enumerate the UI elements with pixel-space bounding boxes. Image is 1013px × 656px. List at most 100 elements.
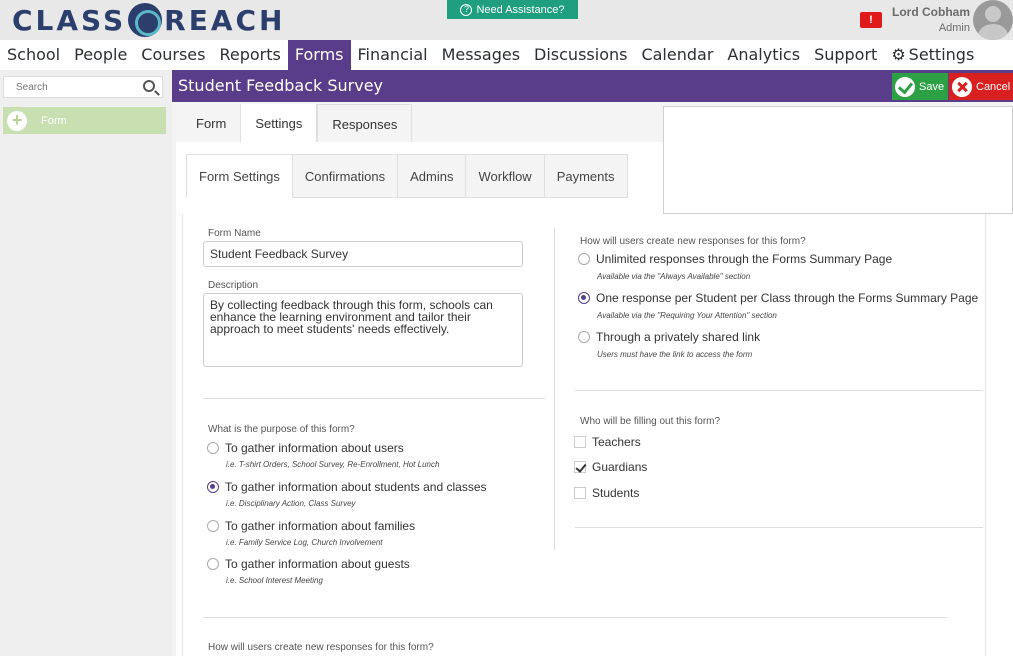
page-title: Student Feedback Survey (178, 76, 384, 95)
responses-option-label: Unlimited responses through the Forms Su… (596, 252, 893, 266)
nav-item-reports[interactable]: Reports (212, 40, 287, 70)
nav-item-forms[interactable]: Forms (287, 40, 351, 70)
purpose-option-guests[interactable]: To gather information about guests (207, 557, 410, 571)
settings-subtabs: Form Settings Confirmations Admins Workf… (186, 154, 628, 198)
nav-item-school[interactable]: School (0, 40, 67, 70)
bottom-responses-question: How will users create new responses for … (208, 642, 434, 653)
filler-option-teachers[interactable]: Teachers (574, 435, 641, 449)
tab-form-settings[interactable]: Form Settings (186, 154, 293, 198)
title-bar: Student Feedback Survey Save Cancel (172, 70, 1013, 102)
main-nav: School People Courses Reports Forms Fina… (0, 40, 1013, 70)
nav-item-financial[interactable]: Financial (351, 40, 435, 70)
nav-item-messages[interactable]: Messages (435, 40, 527, 70)
filler-option-label: Teachers (592, 435, 641, 449)
purpose-option-students[interactable]: To gather information about students and… (207, 480, 487, 494)
tab-admins[interactable]: Admins (398, 154, 467, 198)
purpose-option-hint: i.e. Family Service Log, Church Involvem… (226, 538, 383, 547)
purpose-option-hint: i.e. School Interest Meeting (226, 576, 323, 585)
save-label: Save (919, 80, 945, 93)
purpose-option-hint: i.e. T-shirt Orders, School Survey, Re-E… (226, 460, 440, 469)
radio-button-selected[interactable] (578, 292, 590, 304)
need-assistance-button[interactable]: ? Need Assistance? (447, 0, 578, 19)
alert-badge[interactable]: ! (860, 12, 882, 28)
responses-option-label: One response per Student per Class throu… (596, 291, 979, 305)
form-name-label: Form Name (208, 228, 261, 239)
question-icon: ? (460, 3, 473, 16)
save-button[interactable]: Save (892, 73, 948, 100)
sidebar-item-form-label: Form (41, 114, 67, 127)
logo-text-reach: REACH (164, 3, 286, 37)
purpose-option-label: To gather information about guests (225, 557, 410, 571)
purpose-option-label: To gather information about users (225, 441, 404, 455)
responses-option-one-per-student[interactable]: One response per Student per Class throu… (578, 291, 978, 305)
blank-popup (663, 106, 1013, 214)
tab-responses[interactable]: Responses (317, 104, 413, 144)
radio-button[interactable] (207, 558, 219, 570)
radio-button-selected[interactable] (207, 481, 219, 493)
column-divider (554, 228, 555, 550)
nav-item-discussions[interactable]: Discussions (527, 40, 634, 70)
divider (575, 527, 983, 528)
divider (575, 390, 983, 391)
need-assistance-label: Need Assistance? (476, 3, 565, 16)
tab-form[interactable]: Form (182, 104, 241, 144)
responses-option-hint: Available via the "Requiring Your Attent… (597, 311, 777, 320)
tab-payments[interactable]: Payments (544, 154, 628, 198)
nav-settings-label: Settings (908, 45, 975, 64)
form-name-field[interactable]: Student Feedback Survey (203, 241, 523, 267)
checkbox[interactable] (574, 487, 586, 499)
checkbox[interactable] (574, 436, 586, 448)
divider (203, 398, 545, 399)
radio-button[interactable] (207, 520, 219, 532)
description-label: Description (208, 280, 259, 291)
tab-settings[interactable]: Settings (240, 104, 318, 144)
user-role: Admin (938, 22, 970, 34)
tab-confirmations[interactable]: Confirmations (292, 154, 399, 198)
purpose-option-hint: i.e. Disciplinary Action, Class Survey (226, 499, 356, 508)
description-field[interactable]: By collecting feedback through this form… (203, 293, 523, 367)
radio-button[interactable] (578, 331, 590, 343)
nav-item-people[interactable]: People (67, 40, 134, 70)
filler-option-guardians[interactable]: Guardians (574, 460, 647, 474)
close-icon (952, 76, 972, 97)
globe-icon (128, 3, 163, 37)
responses-option-unlimited[interactable]: Unlimited responses through the Forms Su… (578, 252, 892, 266)
purpose-option-users[interactable]: To gather information about users (207, 441, 404, 455)
checkbox-checked[interactable] (574, 461, 586, 473)
purpose-option-families[interactable]: To gather information about families (207, 519, 415, 533)
nav-item-calendar[interactable]: Calendar (634, 40, 720, 70)
top-tabs: Form Settings Responses (182, 104, 413, 144)
nav-item-settings[interactable]: ⚙ Settings (884, 40, 981, 70)
radio-button[interactable] (578, 253, 590, 265)
responses-option-label: Through a privately shared link (596, 330, 761, 344)
fillers-question: Who will be filling out this form? (580, 416, 721, 427)
user-name[interactable]: Lord Cobham (892, 5, 970, 19)
cancel-button[interactable]: Cancel (949, 73, 1013, 100)
avatar[interactable] (973, 0, 1013, 40)
filler-option-students[interactable]: Students (574, 486, 639, 500)
logo-text-class: CLASS (12, 3, 127, 37)
search-box (3, 76, 163, 98)
top-header: CLASS REACH ? Need Assistance? ! Lord Co… (0, 0, 1013, 40)
filler-option-label: Guardians (592, 460, 648, 474)
nav-item-analytics[interactable]: Analytics (720, 40, 807, 70)
search-input[interactable] (4, 77, 134, 98)
filler-option-label: Students (592, 486, 640, 500)
responses-option-hint: Users must have the link to access the f… (597, 350, 753, 359)
classreach-logo[interactable]: CLASS REACH (12, 3, 286, 37)
purpose-option-label: To gather information about families (225, 519, 416, 533)
radio-button[interactable] (207, 442, 219, 454)
add-icon: + (7, 110, 27, 131)
responses-option-private-link[interactable]: Through a privately shared link (578, 330, 760, 344)
divider (203, 617, 947, 618)
tab-workflow[interactable]: Workflow (466, 154, 545, 198)
nav-item-support[interactable]: Support (807, 40, 884, 70)
responses-question: How will users create new responses for … (580, 236, 806, 247)
sidebar-item-form[interactable]: + Form (3, 107, 166, 134)
cancel-label: Cancel (976, 80, 1011, 93)
nav-item-courses[interactable]: Courses (134, 40, 212, 70)
check-icon (895, 76, 915, 97)
gear-icon: ⚙ (891, 45, 906, 64)
search-icon[interactable] (143, 80, 155, 92)
purpose-option-label: To gather information about students and… (225, 480, 487, 494)
